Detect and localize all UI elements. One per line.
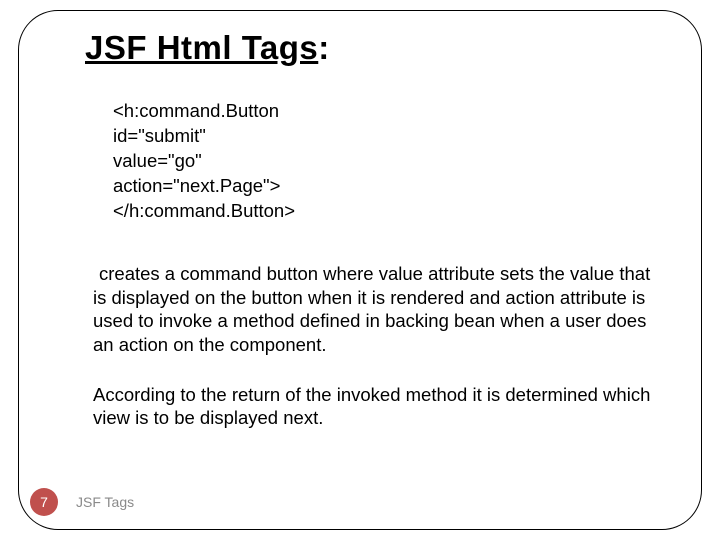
title-text: JSF Html Tags bbox=[85, 29, 318, 66]
slide-frame: JSF Html Tags: <h:command.Button id="sub… bbox=[18, 10, 702, 530]
code-block: <h:command.Button id="submit" value="go"… bbox=[113, 99, 655, 224]
footer-label: JSF Tags bbox=[76, 494, 134, 510]
page-number-badge: 7 bbox=[30, 488, 58, 516]
code-line: </h:command.Button> bbox=[113, 199, 655, 224]
slide-footer: 7 JSF Tags bbox=[0, 488, 134, 516]
code-line: action="next.Page"> bbox=[113, 174, 655, 199]
paragraph-note: According to the return of the invoked m… bbox=[93, 383, 651, 430]
code-line: <h:command.Button bbox=[113, 99, 655, 124]
code-line: id="submit" bbox=[113, 124, 655, 149]
code-line: value="go" bbox=[113, 149, 655, 174]
slide-title: JSF Html Tags: bbox=[85, 29, 655, 67]
title-colon: : bbox=[318, 29, 330, 66]
paragraph-description: creates a command button where value att… bbox=[93, 262, 651, 357]
